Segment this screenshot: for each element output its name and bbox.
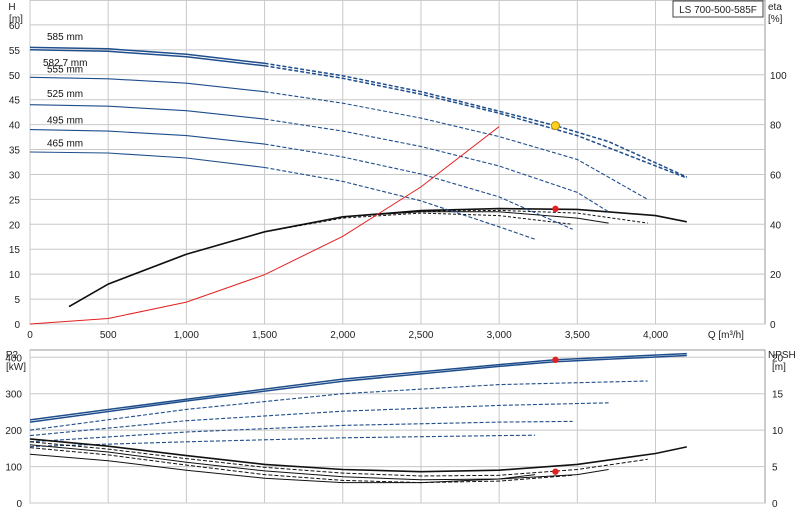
x-axis-label: Q [m³/h] <box>708 330 744 341</box>
head-curve <box>29 151 265 169</box>
x-tick-label: 3,000 <box>487 330 512 341</box>
head-curve-label: 555 mm <box>47 64 83 75</box>
y-axis-unit-power: [kW] <box>6 362 26 373</box>
y-tick-label-head: 0 <box>14 320 20 331</box>
axis-labels: 0 500 1,000 1,500 2,000 2,500 3,000 3,500 4,000 Q… <box>5 2 795 510</box>
y-tick-label-head: 45 <box>9 96 21 107</box>
x-tick-label: 500 <box>100 330 117 341</box>
head-efficiency-curves: 585 mm582.7 mm555 mm525 mm495 mm465 mm <box>29 32 688 325</box>
y-axis-unit-npsh: [m] <box>772 362 786 373</box>
power-curve <box>29 354 687 423</box>
head-curve-extension <box>264 62 688 178</box>
y-tick-label-head: 50 <box>9 71 21 82</box>
y-axis-unit-eta: [%] <box>768 14 783 25</box>
y-tick-label-power: 100 <box>5 463 22 474</box>
y-tick-label-npsh: 10 <box>772 426 784 437</box>
x-tick-label: 0 <box>27 330 33 341</box>
x-tick-label: 1,500 <box>252 330 277 341</box>
pump-performance-chart: 585 mm582.7 mm555 mm525 mm495 mm465 mm 0… <box>5 0 796 510</box>
y-tick-label-npsh: 15 <box>772 390 784 401</box>
y-tick-label-power: 200 <box>5 426 22 437</box>
chart-title: LS 700-500-585F <box>679 5 757 16</box>
duty-point-power <box>552 356 559 364</box>
y-tick-label-head: 25 <box>9 195 21 206</box>
head-curve-extension <box>264 143 573 230</box>
head-curve-extension <box>264 91 648 200</box>
y-tick-label-head: 30 <box>9 170 21 181</box>
power-curve <box>29 352 687 421</box>
y-axis-label-eta: eta <box>768 2 782 13</box>
head-curve-label: 585 mm <box>47 32 83 43</box>
head-curve-label: 495 mm <box>47 116 83 127</box>
title-box: LS 700-500-585F <box>672 0 764 18</box>
y-tick-label-head: 35 <box>9 146 21 157</box>
y-tick-label-eta: 100 <box>770 71 787 82</box>
y-tick-label-head: 40 <box>9 121 21 132</box>
x-tick-label: 4,000 <box>643 330 668 341</box>
y-tick-label-eta: 0 <box>770 320 776 331</box>
y-tick-label-eta: 60 <box>770 170 782 181</box>
efficiency-curve <box>68 211 609 308</box>
y-tick-label-power: 0 <box>16 499 22 510</box>
y-tick-label-head: 55 <box>9 46 21 57</box>
head-curve-extension <box>264 166 536 240</box>
head-curve-label: 465 mm <box>47 139 83 150</box>
x-tick-label: 2,000 <box>330 330 355 341</box>
y-tick-label-power: 300 <box>5 390 22 401</box>
y-axis-unit-head: [m] <box>9 14 23 25</box>
efficiency-curve <box>68 207 687 308</box>
y-tick-label-eta: 20 <box>770 270 782 281</box>
duty-point-eta <box>552 205 559 213</box>
y-tick-label-eta: 80 <box>770 121 782 132</box>
y-tick-label-head: 10 <box>9 270 21 281</box>
power-chart-frame <box>29 349 766 504</box>
efficiency-curve <box>68 209 648 308</box>
duty-point-npsh <box>552 468 559 475</box>
y-tick-label-head: 20 <box>9 220 21 231</box>
y-axis-label-power: P2 <box>6 350 19 361</box>
y-tick-label-eta: 40 <box>770 220 782 231</box>
duty-point-head <box>550 121 560 131</box>
power-npsh-curves <box>29 352 687 484</box>
x-tick-label: 3,500 <box>565 330 590 341</box>
y-tick-label-head: 5 <box>14 295 20 306</box>
x-tick-label: 1,000 <box>174 330 199 341</box>
y-axis-label-head: H <box>8 2 15 13</box>
y-axis-label-npsh: NPSH <box>768 350 796 361</box>
y-tick-label-head: 15 <box>9 245 21 256</box>
head-curve-extension <box>264 65 688 179</box>
efficiency-curve <box>68 212 573 308</box>
head-curve-label: 525 mm <box>47 89 83 100</box>
y-tick-label-npsh: 0 <box>772 499 778 510</box>
power-chart-grid <box>29 349 766 504</box>
power-curve <box>29 380 648 431</box>
y-tick-label-npsh: 5 <box>772 463 778 474</box>
x-tick-label: 2,500 <box>408 330 433 341</box>
head-curve-extension <box>264 118 609 213</box>
